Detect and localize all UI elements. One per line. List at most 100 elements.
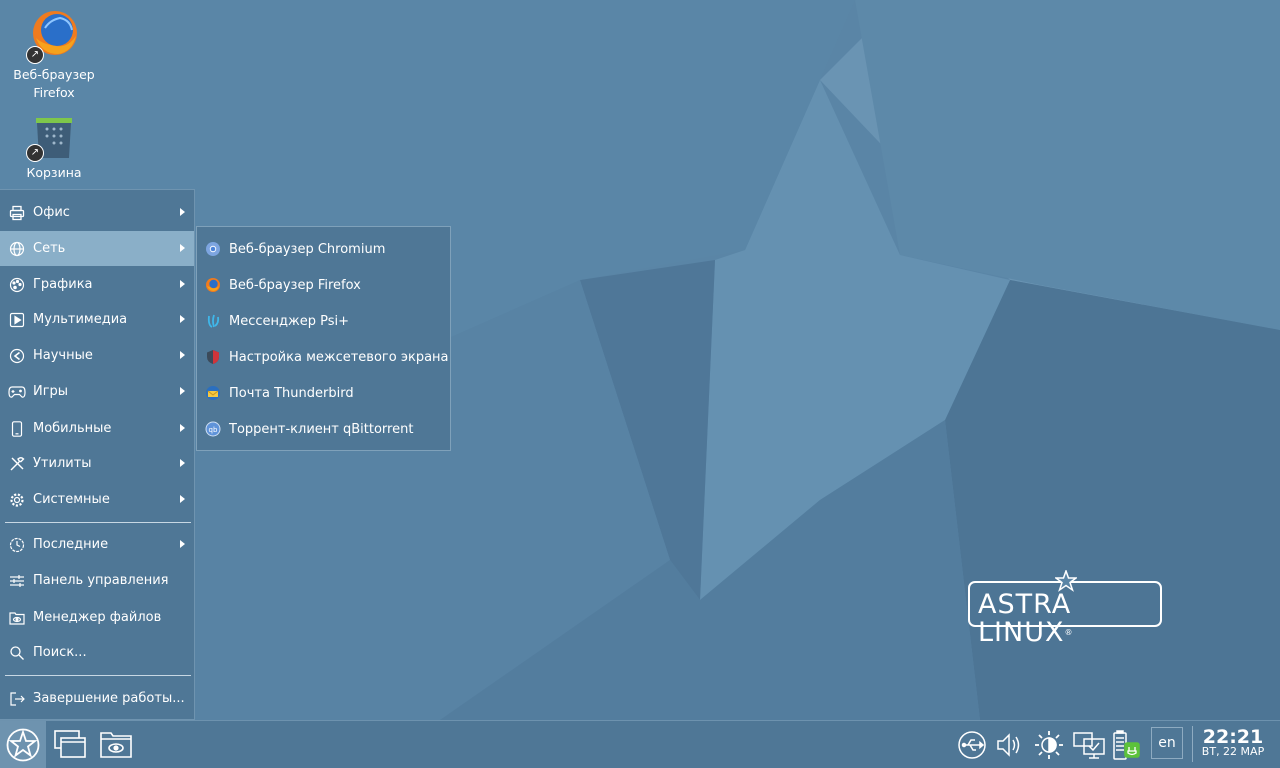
globe-icon xyxy=(8,240,26,258)
desktop-icon-trash[interactable]: ↗ Корзина xyxy=(0,116,108,182)
menu-item-office[interactable]: Офис xyxy=(0,195,194,230)
menu-item-label: Мультимедиа xyxy=(33,312,128,327)
submenu-item-label: Мессенджер Psi+ xyxy=(229,313,349,329)
tools-icon xyxy=(8,455,26,473)
battery-icon xyxy=(1113,730,1140,760)
chevron-right-icon xyxy=(180,351,185,359)
menu-item-label: Менеджер файлов xyxy=(33,610,162,625)
menu-item-label: Завершение работы... xyxy=(33,691,185,706)
printer-icon xyxy=(8,204,26,222)
usb-tray-button[interactable] xyxy=(954,727,990,763)
submenu-item-label: Торрент-клиент qBittorrent xyxy=(229,421,414,437)
menu-item-utilities[interactable]: Утилиты xyxy=(0,446,194,481)
logout-icon xyxy=(8,690,26,708)
menu-item-label: Сеть xyxy=(33,241,66,256)
keyboard-layout-indicator[interactable]: en xyxy=(1151,727,1183,759)
menu-item-recent[interactable]: Последние xyxy=(0,527,194,562)
menu-item-label: Офис xyxy=(33,205,70,220)
menu-separator xyxy=(5,675,191,676)
volume-tray-button[interactable] xyxy=(991,727,1027,763)
psi-icon xyxy=(205,313,221,329)
submenu-item-chromium[interactable]: Веб-браузер Chromium xyxy=(197,231,450,267)
astra-star-icon xyxy=(6,728,40,761)
file-manager-icon xyxy=(8,609,26,627)
menu-item-label: Графика xyxy=(33,277,93,292)
volume-icon xyxy=(997,733,1020,757)
menu-item-label: Мобильные xyxy=(33,421,112,436)
menu-item-label: Игры xyxy=(33,384,69,399)
svg-text:qb: qb xyxy=(209,426,218,434)
menu-item-multimedia[interactable]: Мультимедиа xyxy=(0,302,194,337)
menu-item-control-panel[interactable]: Панель управления xyxy=(0,563,194,598)
clock-date[interactable]: ВТ, 22 МАР xyxy=(1196,745,1270,759)
history-icon xyxy=(8,536,26,554)
submenu-item-firefox[interactable]: Веб-браузер Firefox xyxy=(197,267,450,303)
menu-item-system[interactable]: Системные xyxy=(0,482,194,517)
windows-icon xyxy=(54,730,86,758)
chevron-right-icon xyxy=(180,495,185,503)
menu-item-mobile[interactable]: Мобильные xyxy=(0,411,194,446)
submenu-item-label: Настройка межсетевого экрана xyxy=(229,349,449,365)
menu-item-science[interactable]: Научные xyxy=(0,338,194,373)
battery-tray-button[interactable] xyxy=(1109,727,1145,763)
chevron-right-icon xyxy=(180,208,185,216)
menu-item-shutdown[interactable]: Завершение работы... xyxy=(0,681,194,716)
brightness-icon xyxy=(1035,731,1063,759)
gamepad-icon xyxy=(8,383,26,401)
menu-item-search[interactable]: Поиск... xyxy=(0,635,194,670)
window-switcher-button[interactable] xyxy=(52,727,88,761)
science-icon xyxy=(8,347,26,365)
submenu-item-label: Почта Thunderbird xyxy=(229,385,354,401)
display-tray-button[interactable] xyxy=(1071,727,1107,763)
chevron-right-icon xyxy=(180,424,185,432)
menu-item-label: Панель управления xyxy=(33,573,169,588)
astra-linux-logo: ASTRA LINUX® xyxy=(968,570,1168,647)
submenu-item-thunderbird[interactable]: Почта Thunderbird xyxy=(197,375,450,411)
chevron-right-icon xyxy=(180,280,185,288)
submenu-item-label: Веб-браузер Firefox xyxy=(229,277,361,293)
firefox-icon xyxy=(205,277,221,293)
thunderbird-icon xyxy=(205,385,221,401)
network-submenu: Веб-браузер Chromium Веб-браузер Firefox… xyxy=(196,226,451,451)
file-manager-button[interactable] xyxy=(98,727,134,761)
menu-item-file-manager[interactable]: Менеджер файлов xyxy=(0,600,194,635)
menu-item-network[interactable]: Сеть xyxy=(0,231,194,266)
chevron-right-icon xyxy=(180,244,185,252)
palette-icon xyxy=(8,276,26,294)
submenu-item-psi[interactable]: Мессенджер Psi+ xyxy=(197,303,450,339)
chevron-right-icon xyxy=(180,387,185,395)
taskbar xyxy=(0,720,1280,768)
logo-text: ASTRA LINUX xyxy=(978,589,1072,648)
trash-icon: ↗ xyxy=(26,116,80,168)
menu-item-label: Системные xyxy=(33,492,110,507)
submenu-item-firewall[interactable]: Настройка межсетевого экрана xyxy=(197,339,450,375)
chevron-right-icon xyxy=(180,459,185,467)
qbittorrent-icon: qb xyxy=(205,421,221,437)
menu-separator xyxy=(5,522,191,523)
menu-item-label: Последние xyxy=(33,537,109,552)
desktop-icon-firefox[interactable]: ↗ Веб-браузер Firefox xyxy=(0,8,108,102)
folder-eye-icon xyxy=(100,732,132,758)
search-icon xyxy=(8,644,26,662)
submenu-item-label: Веб-браузер Chromium xyxy=(229,241,386,257)
display-icon xyxy=(1073,732,1105,759)
chromium-icon xyxy=(205,241,221,257)
firefox-icon: ↗ xyxy=(26,8,80,64)
chevron-right-icon xyxy=(180,315,185,323)
start-menu: Офис Сеть Графика Мультимедиа Научные Иг xyxy=(0,189,195,720)
firewall-icon xyxy=(205,349,221,365)
submenu-item-qbittorrent[interactable]: qb Торрент-клиент qBittorrent xyxy=(197,411,450,447)
desktop-icon-label: Веб-браузер Firefox xyxy=(13,67,95,100)
play-icon xyxy=(8,311,26,329)
chevron-right-icon xyxy=(180,540,185,548)
menu-item-label: Научные xyxy=(33,348,93,363)
start-menu-button[interactable] xyxy=(0,721,46,768)
menu-item-graphics[interactable]: Графика xyxy=(0,267,194,302)
gear-icon xyxy=(8,491,26,509)
sliders-icon xyxy=(8,572,26,590)
phone-icon xyxy=(8,420,26,438)
tray-separator xyxy=(1192,726,1193,762)
menu-item-games[interactable]: Игры xyxy=(0,374,194,409)
menu-item-label: Поиск... xyxy=(33,645,87,660)
brightness-tray-button[interactable] xyxy=(1031,727,1067,763)
